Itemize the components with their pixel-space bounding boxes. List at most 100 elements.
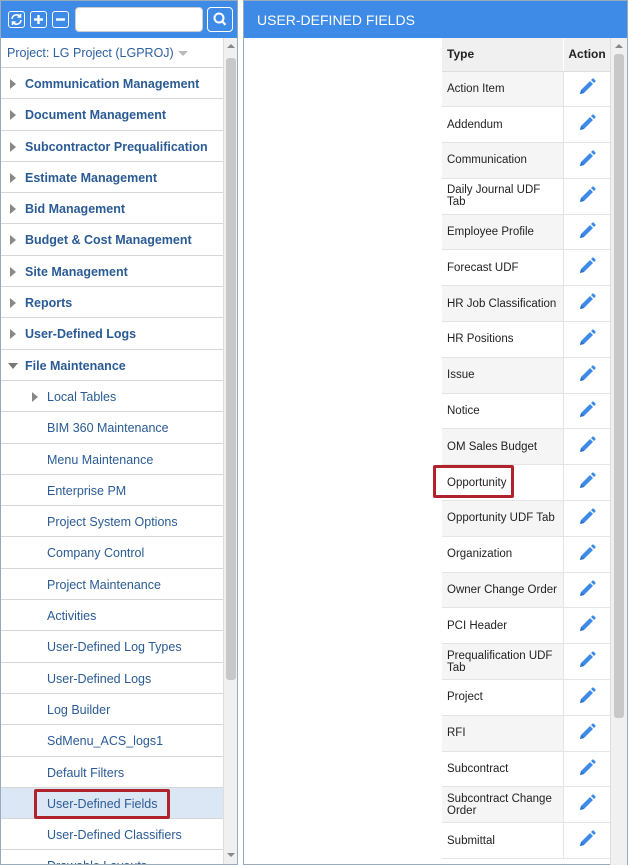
udf-type-cell: RFI [442, 715, 564, 752]
sidebar-item-user-defined-classifiers[interactable]: User-Defined Classifiers [1, 819, 223, 851]
caret-right-icon[interactable] [10, 79, 16, 89]
sidebar-item-local-tables[interactable]: Local Tables [1, 381, 223, 413]
caret-right-icon[interactable] [10, 141, 16, 152]
udf-type-cell: PCI Header [442, 607, 564, 645]
content-scrollbar[interactable] [610, 38, 627, 865]
column-header-type[interactable]: Type [442, 38, 565, 72]
sidebar-item-label: User-Defined Logs [47, 671, 152, 686]
sidebar-item-log-builder[interactable]: Log Builder [1, 694, 223, 726]
scroll-up-icon[interactable] [227, 44, 235, 48]
sidebar-item-project-maintenance[interactable]: Project Maintenance [1, 569, 223, 601]
caret-right-icon[interactable] [10, 172, 16, 183]
sidebar-item-reports[interactable]: Reports [1, 287, 223, 319]
edit-action-cell [563, 142, 611, 179]
pencil-icon[interactable] [577, 758, 597, 781]
pencil-icon[interactable] [577, 78, 597, 100]
udf-type-label: Forecast UDF [447, 261, 519, 274]
scroll-up-icon[interactable] [615, 44, 623, 48]
pencil-icon[interactable] [577, 365, 597, 387]
sidebar-item-user-defined-log-types[interactable]: User-Defined Log Types [1, 631, 223, 663]
sidebar-item-enterprise-pm[interactable]: Enterprise PM [1, 475, 223, 507]
sidebar-item-company-control[interactable]: Company Control [1, 537, 223, 569]
sidebar-item-label: Site Management [25, 264, 128, 279]
caret-right-icon[interactable] [10, 204, 16, 215]
sidebar-item-bim-360-maintenance[interactable]: BIM 360 Maintenance [1, 412, 223, 444]
pencil-icon[interactable] [577, 723, 597, 745]
pencil-icon[interactable] [577, 830, 597, 852]
pencil-icon[interactable] [577, 221, 597, 244]
scroll-thumb[interactable] [614, 54, 624, 718]
caret-down-icon[interactable] [8, 362, 18, 369]
sidebar-item-project-system-options[interactable]: Project System Options [1, 506, 223, 538]
pencil-icon[interactable] [577, 472, 597, 494]
highlight-box [433, 465, 514, 499]
pencil-icon[interactable] [577, 293, 597, 315]
udf-type-cell: Issue [442, 357, 564, 394]
search-input[interactable] [75, 7, 203, 32]
udf-type-label: HR Positions [447, 333, 514, 346]
sidebar-item-menu-maintenance[interactable]: Menu Maintenance [1, 444, 223, 475]
refresh-icon[interactable] [8, 11, 25, 28]
pencil-icon[interactable] [577, 579, 597, 602]
nav-menu: Communication Management Document Managem… [1, 68, 223, 864]
pencil-icon[interactable] [577, 114, 597, 136]
sidebar-item-sdmenu-acs-logs1[interactable]: SdMenu_ACS_logs1 [1, 725, 223, 757]
sidebar-item-label: Drawable Layouts [47, 859, 147, 864]
edit-action-cell [563, 464, 611, 502]
table-row: HR Job Classification [442, 285, 611, 323]
udf-type-cell: Employee Profile [442, 214, 564, 251]
udf-type-label: RFI [447, 727, 466, 740]
sidebar-item-estimate-management[interactable]: Estimate Management [1, 162, 223, 194]
sidebar-item-activities[interactable]: Activities [1, 600, 223, 632]
search-button[interactable] [207, 7, 233, 32]
table-row: Opportunity UDF Tab [442, 500, 611, 537]
pencil-icon[interactable] [577, 651, 597, 673]
edit-action-cell [563, 500, 611, 537]
scroll-thumb[interactable] [226, 58, 236, 680]
sidebar-item-site-management[interactable]: Site Management [1, 256, 223, 288]
pencil-icon[interactable] [577, 400, 597, 423]
sidebar-item-user-defined-logs[interactable]: User-Defined Logs [1, 318, 223, 350]
chevron-down-icon[interactable] [177, 51, 188, 57]
caret-right-icon[interactable] [10, 266, 16, 277]
pencil-icon[interactable] [577, 150, 597, 172]
caret-right-icon[interactable] [32, 391, 38, 402]
udf-type-cell: Owner Change Order [442, 572, 564, 609]
sidebar-item-drawable-layouts[interactable]: Drawable Layouts [1, 850, 223, 864]
project-selector[interactable]: Project: LG Project (LGPROJ) [1, 38, 223, 68]
nav-scrollbar[interactable] [223, 38, 237, 864]
sidebar-item-subcontractor-prequalification[interactable]: Subcontractor Prequalification [1, 131, 223, 162]
caret-right-icon[interactable] [10, 329, 16, 340]
pencil-icon[interactable] [577, 508, 597, 530]
pencil-icon[interactable] [577, 329, 597, 351]
sidebar-item-label: Local Tables [47, 389, 117, 404]
udf-type-cell: Subcontract Change Order [442, 786, 564, 824]
collapse-all-button[interactable] [52, 11, 69, 28]
edit-action-cell [563, 643, 611, 681]
sidebar-item-file-maintenance[interactable]: File Maintenance [1, 350, 223, 381]
sidebar-item-bid-management[interactable]: Bid Management [1, 193, 223, 225]
edit-action-cell [563, 572, 611, 609]
caret-right-icon[interactable] [10, 110, 16, 121]
sidebar-item-default-filters[interactable]: Default Filters [1, 757, 223, 788]
pencil-icon[interactable] [577, 794, 597, 816]
caret-right-icon[interactable] [10, 298, 16, 309]
pencil-icon[interactable] [577, 436, 597, 458]
sidebar-item-budget-cost-management[interactable]: Budget & Cost Management [1, 224, 223, 256]
scroll-down-icon[interactable] [227, 853, 235, 857]
sidebar-item-document-management[interactable]: Document Management [1, 99, 223, 131]
pencil-icon[interactable] [577, 615, 597, 637]
highlight-box [34, 788, 170, 819]
sidebar-item-communication-management[interactable]: Communication Management [1, 68, 223, 100]
pencil-icon[interactable] [577, 257, 597, 279]
expand-all-button[interactable] [30, 11, 47, 28]
table-row: Submittal [442, 822, 611, 860]
pencil-icon[interactable] [577, 544, 597, 566]
sidebar-item-user-defined-fields[interactable]: User-Defined Fields [1, 787, 223, 820]
caret-right-icon[interactable] [10, 235, 16, 246]
pencil-icon[interactable] [577, 186, 597, 208]
edit-action-cell [563, 751, 611, 788]
sidebar-item-user-defined-logs[interactable]: User-Defined Logs [1, 663, 223, 694]
table-row: Opportunity [433, 464, 611, 502]
pencil-icon[interactable] [577, 687, 597, 709]
